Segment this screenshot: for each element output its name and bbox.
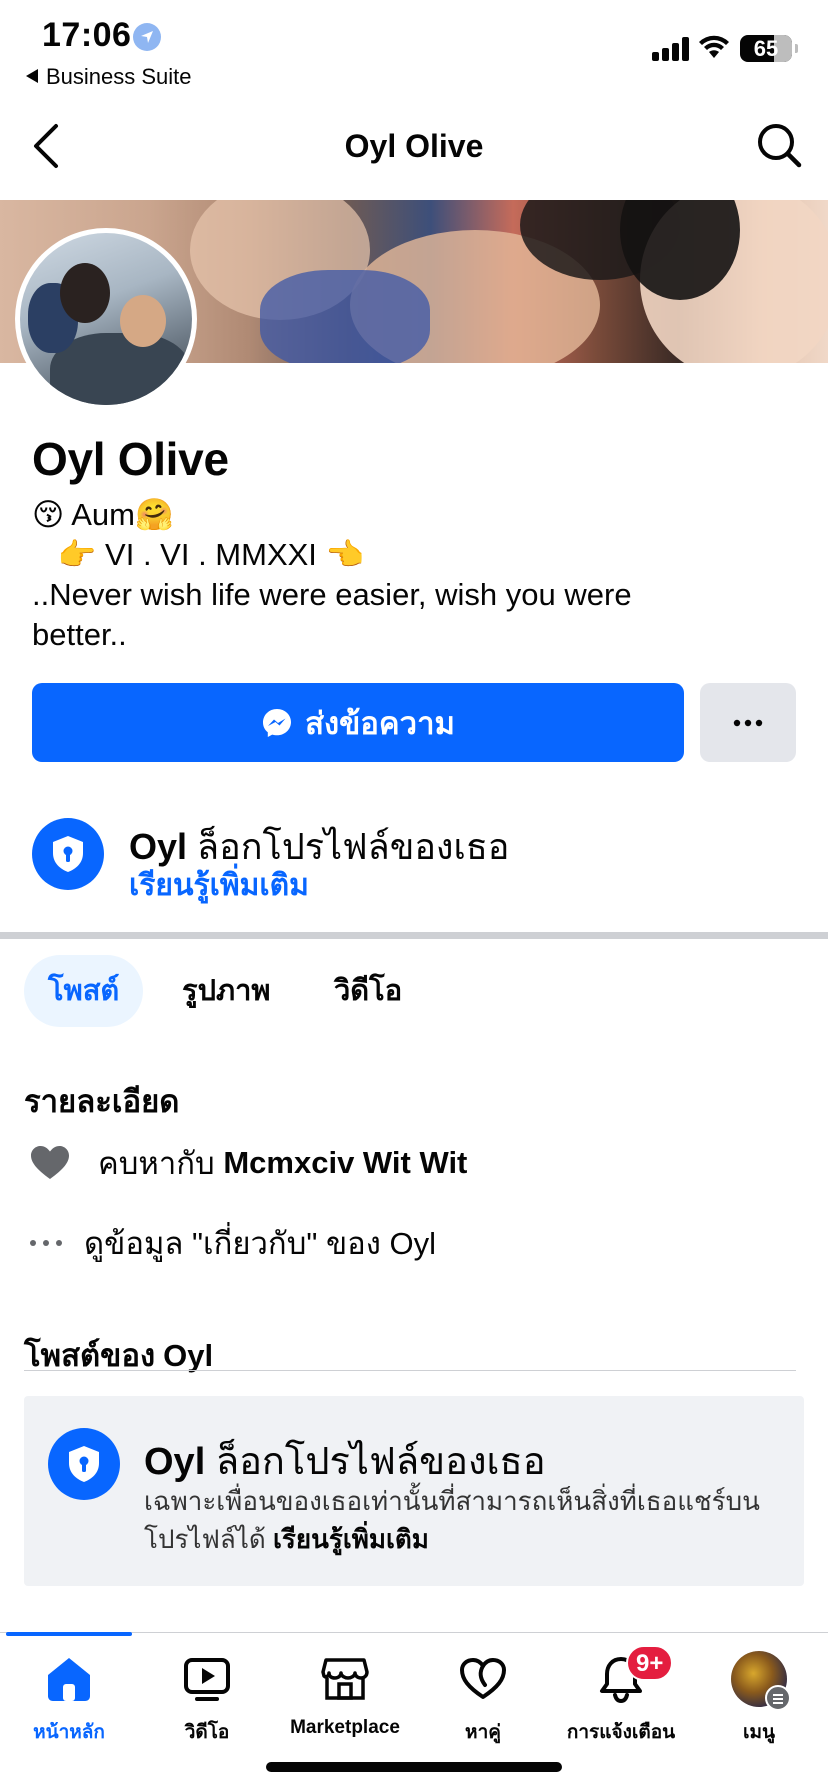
menu-lines-icon (765, 1685, 791, 1711)
posts-divider (24, 1370, 796, 1371)
locked-profile-notice: Oyl ล็อกโปรไฟล์ของเธอ เรียนรู้เพิ่มเติม (32, 818, 792, 918)
relationship-partner[interactable]: Mcmxciv Wit Wit (223, 1145, 467, 1181)
wifi-icon (699, 35, 729, 58)
relationship-prefix: คบหากับ (98, 1146, 215, 1181)
back-to-app-link[interactable]: Business Suite (26, 64, 192, 90)
locked-profile-card: Oyl ล็อกโปรไฟล์ของเธอ เฉพาะเพื่อนของเธอเ… (24, 1396, 804, 1586)
page-title: Oyl Olive (344, 128, 484, 164)
battery-icon: 65 (740, 35, 798, 62)
cellular-signal-icon (652, 37, 690, 61)
profile-bio: 😚 Aum🤗 👉 VI . VI . MMXXI 👈 ..Never wish … (32, 495, 752, 655)
locked-card-name: Oyl (144, 1441, 206, 1483)
home-icon (0, 1651, 138, 1707)
learn-more-link[interactable]: เรียนรู้เพิ่มเติม (129, 862, 309, 909)
nav-video-label: วิดีโอ (184, 1722, 230, 1743)
relationship-row[interactable]: คบหากับ Mcmxciv Wit Wit (28, 1138, 467, 1188)
locked-card-learn-more-link[interactable]: เรียนรู้เพิ่มเติม (273, 1524, 429, 1554)
search-icon[interactable] (756, 122, 802, 168)
shield-lock-icon (32, 818, 104, 890)
notification-badge: 9+ (626, 1645, 674, 1681)
nav-notifications[interactable]: 9+ การแจ้งเตือน (552, 1645, 690, 1747)
send-message-button[interactable]: ส่งข้อความ (32, 683, 684, 762)
profile-header: Oyl Olive (0, 96, 828, 200)
nav-dating[interactable]: หาคู่ (414, 1651, 552, 1747)
bio-line: better.. (32, 617, 127, 652)
tab-posts[interactable]: โพสต์ (24, 955, 144, 1027)
nav-video[interactable]: วิดีโอ (138, 1651, 276, 1747)
more-dots-icon (28, 1239, 64, 1247)
more-dots-icon (733, 719, 763, 726)
marketplace-icon (276, 1651, 414, 1707)
dating-heart-icon (414, 1651, 552, 1707)
profile-name: Oyl Olive (32, 433, 229, 485)
video-icon (138, 1651, 276, 1707)
location-arrow-icon (133, 23, 161, 51)
posts-heading-prefix: โพสต์ของ (24, 1338, 156, 1373)
active-tab-indicator (6, 1632, 132, 1636)
shield-lock-icon (48, 1428, 120, 1500)
posts-heading: โพสต์ของ Oyl (24, 1330, 213, 1380)
locked-card-desc-text: เฉพาะเพื่อนของเธอเท่านั้นที่สามารถเห็นสิ… (144, 1486, 760, 1554)
profile-picture[interactable] (15, 228, 197, 410)
locked-card-description: เฉพาะเพื่อนของเธอเท่านั้นที่สามารถเห็นสิ… (144, 1482, 784, 1558)
nav-home[interactable]: หน้าหลัก (0, 1651, 138, 1747)
locked-card-text: ล็อกโปรไฟล์ของเธอ (215, 1441, 546, 1483)
tab-videos[interactable]: วิดีโอ (310, 955, 426, 1027)
status-time: 17:06 (42, 16, 132, 54)
messenger-icon (263, 708, 292, 737)
back-triangle-icon (26, 69, 38, 83)
nav-marketplace[interactable]: Marketplace (276, 1651, 414, 1739)
back-app-label: Business Suite (46, 64, 192, 89)
bio-line: 👉 VI . VI . MMXXI 👈 (32, 537, 365, 572)
nav-notifications-label: การแจ้งเตือน (566, 1722, 676, 1743)
send-message-label: ส่งข้อความ (305, 705, 455, 741)
nav-dating-label: หาคู่ (465, 1722, 501, 1743)
locked-profile-name: Oyl (129, 826, 188, 867)
home-indicator (266, 1762, 562, 1772)
nav-menu[interactable]: เมนู (690, 1651, 828, 1747)
details-heading: รายละเอียด (24, 1084, 180, 1119)
nav-home-label: หน้าหลัก (33, 1722, 105, 1743)
tab-photos[interactable]: รูปภาพ (158, 955, 295, 1027)
posts-heading-name: Oyl (163, 1338, 214, 1373)
battery-level: 65 (753, 36, 779, 61)
bio-line: 😚 Aum🤗 (32, 497, 174, 532)
more-options-button[interactable] (700, 683, 796, 762)
about-info-label: ดูข้อมูล "เกี่ยวกับ" ของ Oyl (84, 1226, 437, 1261)
locked-profile-text: ล็อกโปรไฟล์ของเธอ (197, 826, 510, 867)
heart-icon (28, 1145, 72, 1181)
bell-icon: 9+ (552, 1645, 690, 1707)
about-info-row[interactable]: ดูข้อมูล "เกี่ยวกับ" ของ Oyl (28, 1218, 436, 1268)
section-divider (0, 932, 828, 939)
bio-line: ..Never wish life were easier, wish you … (32, 577, 632, 612)
nav-marketplace-label: Marketplace (290, 1717, 400, 1738)
status-bar: 17:06 Business Suite 65 (0, 0, 828, 96)
menu-avatar (731, 1651, 791, 1711)
nav-menu-label: เมนู (742, 1722, 775, 1743)
